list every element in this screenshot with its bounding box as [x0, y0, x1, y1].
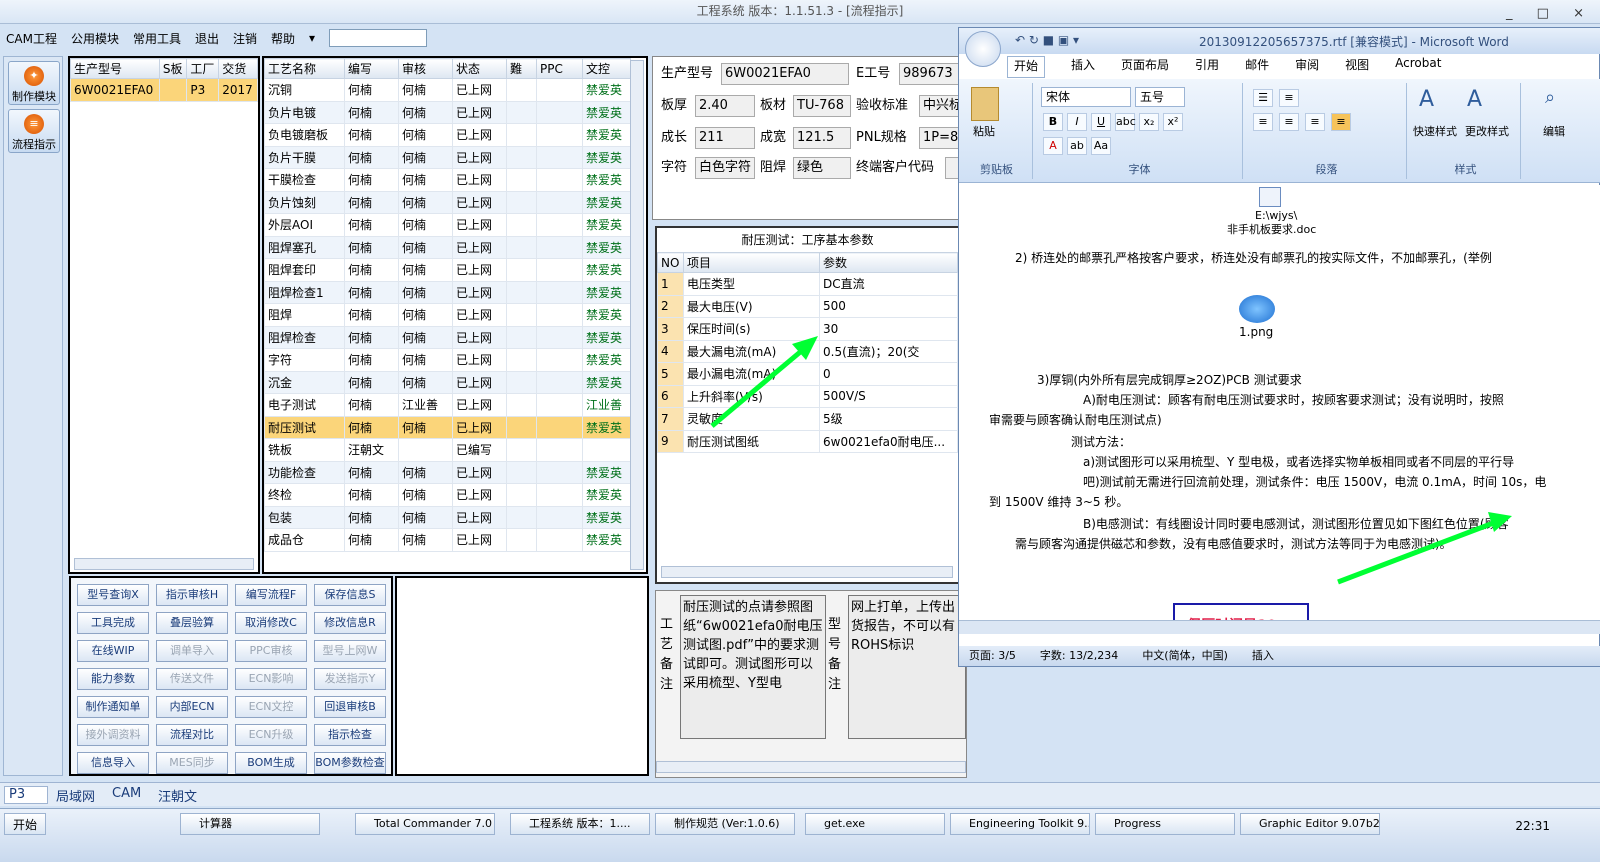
taskbar: 开始 计算器 Total Commander 7.0 ... 工程系统 版本：1..…: [0, 808, 1600, 862]
tab-user[interactable]: 汪朝文: [158, 786, 197, 805]
plant-select[interactable]: P3: [4, 786, 48, 804]
taskbar-item[interactable]: Graphic Editor 9.07b2 ...: [1240, 813, 1380, 835]
taskbar-item[interactable]: Total Commander 7.0 ...: [355, 813, 495, 835]
taskbar-item[interactable]: 制作规范 (Ver:1.0.6): [655, 813, 795, 835]
taskbar-item[interactable]: get.exe: [805, 813, 945, 835]
annotation-arrows: [710, 336, 1512, 585]
tab-lan[interactable]: 局域网: [56, 786, 95, 805]
tab-cam[interactable]: CAM: [112, 786, 141, 801]
clock[interactable]: 22:31: [1515, 819, 1550, 833]
start-button[interactable]: 开始: [4, 813, 47, 835]
taskbar-item[interactable]: Engineering Toolkit 9....: [950, 813, 1090, 835]
arrow-right-head: [1488, 512, 1512, 532]
arrow-right: [1337, 519, 1497, 585]
arrow-left: [710, 346, 807, 428]
taskbar-item[interactable]: 计算器: [180, 813, 320, 835]
taskbar-item[interactable]: Progress: [1095, 813, 1235, 835]
taskbar-item[interactable]: 工程系统 版本：1....: [510, 813, 650, 835]
app-statusbar: P3 局域网 CAM 汪朝文: [0, 782, 1600, 806]
